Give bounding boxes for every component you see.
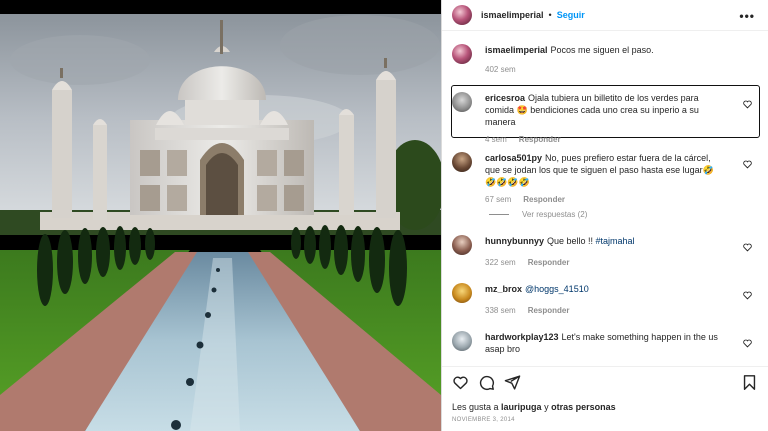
- avatar[interactable]: [452, 331, 472, 351]
- more-icon[interactable]: •••: [739, 9, 755, 23]
- likes-summary: Les gusta a lauripuga y otras personas: [452, 402, 616, 412]
- comment-username[interactable]: hunnybunnyy: [485, 236, 544, 246]
- comment-icon[interactable]: [478, 374, 495, 391]
- comment-item: hardworkplay123 Let's make something happ…: [452, 331, 760, 355]
- heart-icon[interactable]: [743, 291, 752, 300]
- post-detail-panel: ismaelimperial • Seguir ••• ismaelimperi…: [441, 0, 768, 431]
- comment-item: carlosa501py No, pues prefiero estar fuer…: [452, 152, 760, 206]
- comment-text: Que bello !!: [547, 236, 596, 246]
- avatar[interactable]: [452, 283, 472, 303]
- reply-button[interactable]: Responder: [528, 306, 570, 315]
- likes-prefix: Les gusta a: [452, 402, 502, 412]
- post-actions: Les gusta a lauripuga y otras personas N…: [442, 366, 768, 431]
- comment-item: ericesroa Ojala tubiera un billetito de l…: [452, 92, 760, 146]
- mention-link[interactable]: @hoggs_41510: [525, 284, 589, 294]
- share-icon[interactable]: [504, 374, 521, 391]
- hashtag-link[interactable]: #tajmahal: [596, 236, 635, 246]
- avatar[interactable]: [452, 5, 472, 25]
- caption-time[interactable]: 402 sem: [485, 65, 516, 74]
- comment-username[interactable]: mz_brox: [485, 284, 522, 294]
- replies-line: [489, 214, 509, 215]
- heart-icon[interactable]: [743, 243, 752, 252]
- comment-username[interactable]: hardworkplay123: [485, 332, 559, 342]
- bookmark-icon[interactable]: [741, 374, 758, 391]
- separator-dot: •: [548, 10, 552, 20]
- caption: ismaelimperial Pocos me siguen el paso. 4…: [452, 44, 760, 76]
- avatar[interactable]: [452, 92, 472, 112]
- comment-item: hunnybunnyy Que bello !! #tajmahal 322 se…: [452, 235, 760, 269]
- comment-username[interactable]: carlosa501py: [485, 153, 542, 163]
- post-date[interactable]: NOVIEMBRE 3, 2014: [452, 417, 515, 423]
- comment-time[interactable]: 4 sem: [485, 135, 507, 144]
- heart-icon[interactable]: [743, 100, 752, 109]
- likes-others-link[interactable]: otras personas: [551, 402, 616, 412]
- heart-icon[interactable]: [452, 374, 469, 391]
- comments-list[interactable]: ismaelimperial Pocos me siguen el paso. 4…: [442, 35, 768, 365]
- taj-mahal-photo: [0, 0, 441, 431]
- comment-time[interactable]: 322 sem: [485, 258, 516, 267]
- comment-item: mz_brox @hoggs_41510 338 sem Responder: [452, 283, 760, 317]
- avatar[interactable]: [452, 44, 472, 64]
- comment-time[interactable]: 338 sem: [485, 306, 516, 315]
- liker-username[interactable]: lauripuga: [501, 402, 542, 412]
- post-header: ismaelimperial • Seguir •••: [442, 0, 768, 31]
- reply-button[interactable]: Responder: [519, 135, 561, 144]
- heart-icon[interactable]: [743, 339, 752, 348]
- likes-middle: y: [541, 402, 552, 412]
- caption-text: Pocos me siguen el paso.: [550, 45, 654, 55]
- comment-time[interactable]: 67 sem: [485, 195, 511, 204]
- follow-button[interactable]: Seguir: [557, 10, 585, 20]
- reply-button[interactable]: Responder: [523, 195, 565, 204]
- view-replies-button[interactable]: Ver respuestas (2): [489, 210, 587, 219]
- post-photo[interactable]: [0, 0, 441, 431]
- view-replies-label: Ver respuestas (2): [522, 210, 588, 219]
- author-username[interactable]: ismaelimperial: [481, 10, 544, 20]
- caption-username[interactable]: ismaelimperial: [485, 45, 548, 55]
- avatar[interactable]: [452, 235, 472, 255]
- heart-icon[interactable]: [743, 160, 752, 169]
- avatar[interactable]: [452, 152, 472, 172]
- reply-button[interactable]: Responder: [528, 258, 570, 267]
- comment-username[interactable]: ericesroa: [485, 93, 525, 103]
